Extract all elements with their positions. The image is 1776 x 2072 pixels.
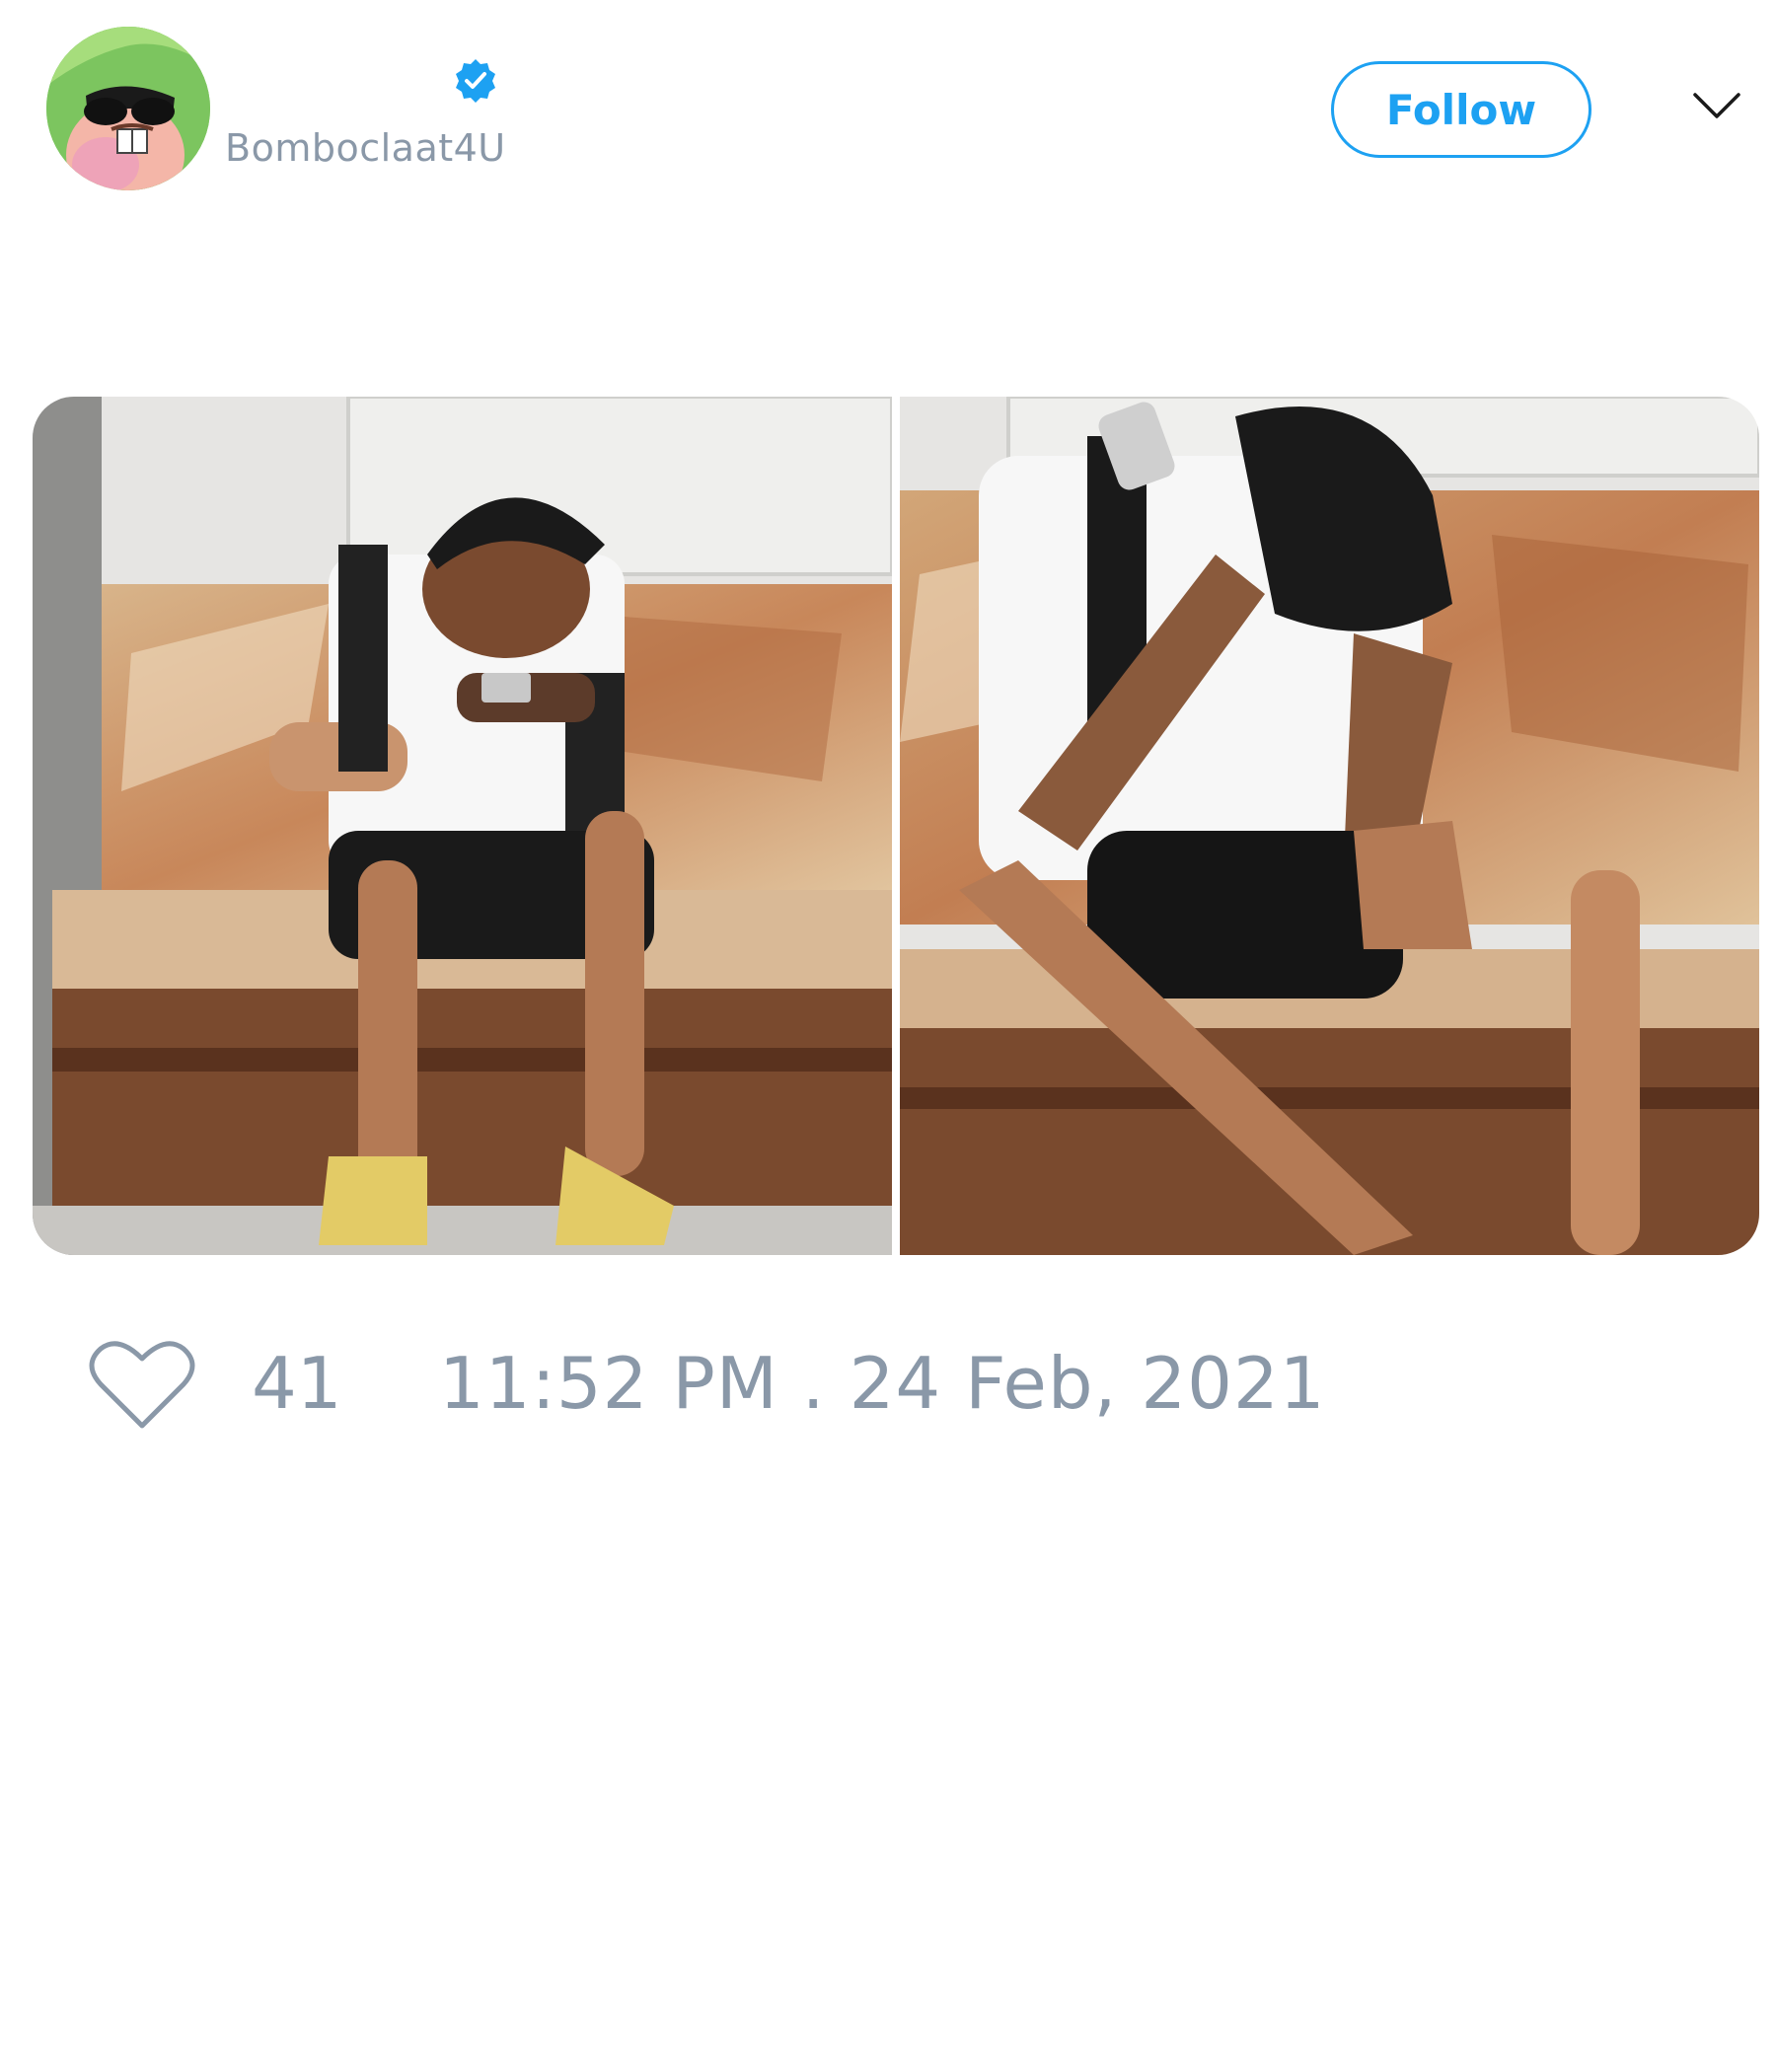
username[interactable]: Bomboclaat4U	[225, 126, 506, 170]
man-facepalming-with-phone-image	[900, 397, 1759, 1255]
photo-right[interactable]	[900, 397, 1759, 1255]
tweet-media[interactable]	[33, 397, 1759, 1255]
like-count: 41	[252, 1342, 342, 1425]
avatar[interactable]	[46, 27, 210, 190]
heart-outline-icon[interactable]	[89, 1337, 195, 1432]
verified-badge-icon	[456, 59, 495, 103]
follow-button[interactable]: Follow	[1331, 61, 1591, 158]
photo-left[interactable]	[33, 397, 892, 1255]
man-laughing-at-phone-image	[33, 397, 892, 1255]
avatar-cartoon-image	[46, 27, 210, 190]
tweet-timestamp[interactable]: 11:52 PM . 24 Feb, 2021	[439, 1342, 1326, 1425]
chevron-down-icon[interactable]	[1692, 89, 1741, 124]
